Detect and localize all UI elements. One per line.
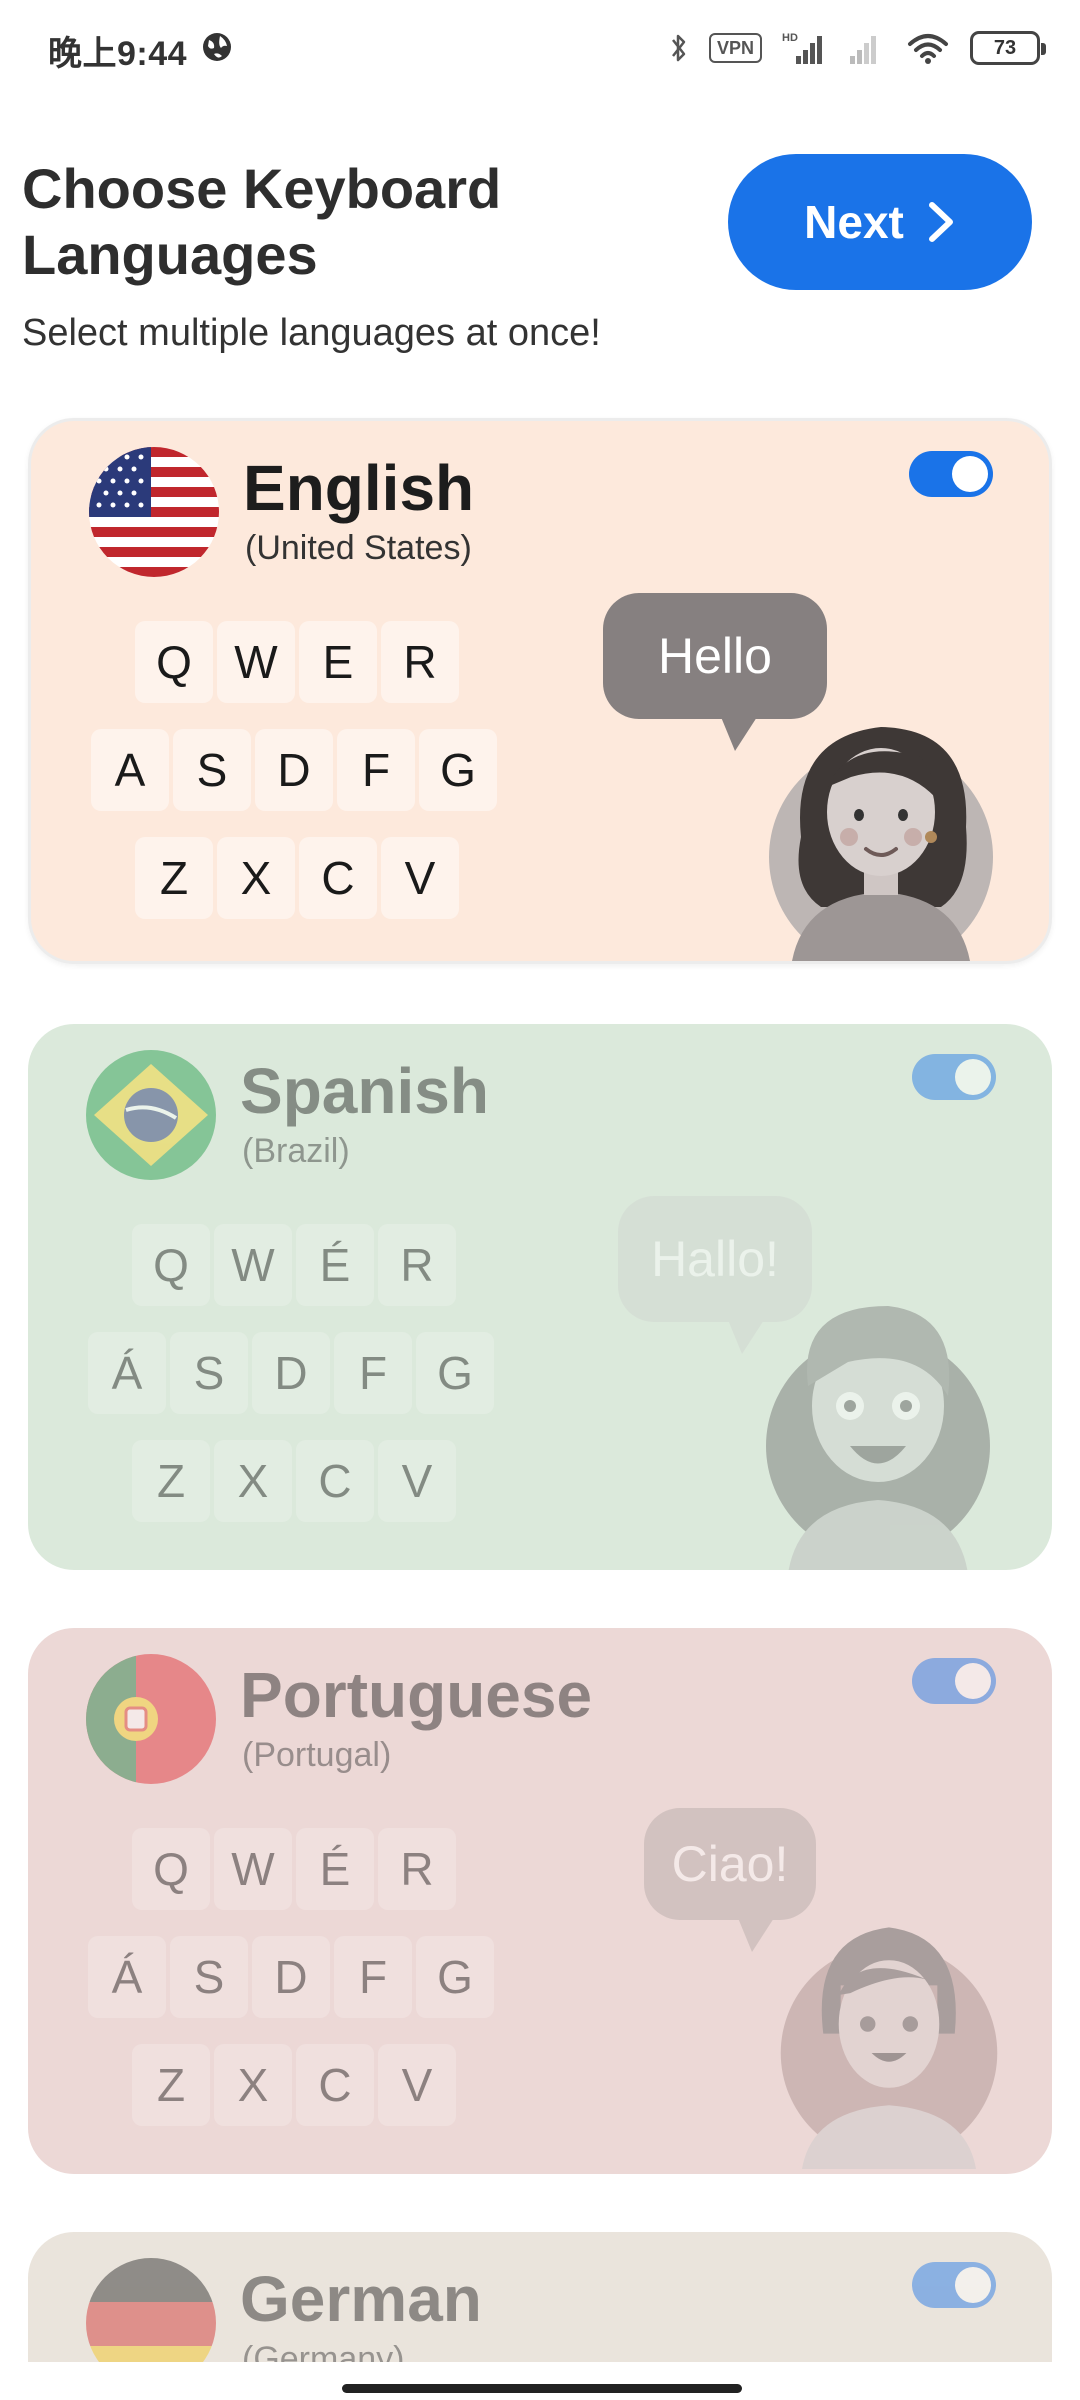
home-indicator[interactable] <box>342 2384 742 2393</box>
battery-level: 73 <box>993 36 1017 59</box>
key: C <box>299 837 377 919</box>
key: Á <box>88 1332 166 1414</box>
language-name: Portuguese <box>240 1659 593 1731</box>
key: R <box>381 621 459 703</box>
language-region: (Portugal) <box>242 1736 392 1774</box>
language-toggle[interactable] <box>912 2262 996 2308</box>
bluetooth-icon <box>672 34 686 62</box>
key: R <box>378 1224 456 1306</box>
key: Z <box>132 2044 210 2126</box>
page-subtitle: Select multiple languages at once! <box>22 312 601 354</box>
language-region: (Brazil) <box>242 1132 350 1170</box>
next-button-label: Next <box>804 196 904 248</box>
globe-icon <box>203 33 231 61</box>
language-region: (United States) <box>245 529 472 567</box>
key: G <box>416 1936 494 2018</box>
key: W <box>217 621 295 703</box>
vpn-icon: VPN <box>708 33 762 63</box>
key: G <box>416 1332 494 1414</box>
language-toggle[interactable] <box>909 451 993 497</box>
key: F <box>337 729 415 811</box>
language-region: (Germany) <box>242 2340 405 2362</box>
key: Q <box>132 1224 210 1306</box>
woman-avatar-illustration <box>769 727 993 961</box>
language-toggle[interactable] <box>912 1054 996 1100</box>
key: Á <box>88 1936 166 2018</box>
key: D <box>252 1332 330 1414</box>
language-card-spanish[interactable]: Spanish (Brazil) Q W É R Á S D F G Z X C… <box>28 1024 1052 1570</box>
germany-flag-icon <box>86 2258 216 2362</box>
key: É <box>296 1224 374 1306</box>
portugal-flag-icon <box>86 1654 216 1784</box>
language-card-portuguese[interactable]: Portuguese (Portugal) Q W É R Á S D F G … <box>28 1628 1052 2174</box>
key: Z <box>135 837 213 919</box>
key: W <box>214 1224 292 1306</box>
key: Q <box>135 621 213 703</box>
language-card-german[interactable]: German (Germany) <box>28 2232 1052 2362</box>
language-name: English <box>243 452 475 524</box>
key: V <box>378 2044 456 2126</box>
language-name: German <box>240 2263 482 2335</box>
key: Z <box>132 1440 210 1522</box>
key: V <box>381 837 459 919</box>
status-bar: 晚上9:44 VPN HD 73 <box>0 0 1080 96</box>
key: V <box>378 1440 456 1522</box>
key: S <box>170 1332 248 1414</box>
woman-avatar-illustration <box>780 1927 998 2169</box>
wifi-icon <box>908 34 948 64</box>
key: D <box>252 1936 330 2018</box>
key: R <box>378 1828 456 1910</box>
key: C <box>296 2044 374 2126</box>
language-toggle[interactable] <box>912 1658 996 1704</box>
key: F <box>334 1332 412 1414</box>
key: A <box>91 729 169 811</box>
signal-empty-icon <box>850 36 876 64</box>
key: Q <box>132 1828 210 1910</box>
status-icons: VPN HD 73 <box>669 28 1046 68</box>
key: C <box>296 1440 374 1522</box>
key: F <box>334 1936 412 2018</box>
key: W <box>214 1828 292 1910</box>
battery-icon: 73 <box>970 31 1046 65</box>
key: É <box>296 1828 374 1910</box>
language-card-english[interactable]: English (United States) Q W E R A S D F … <box>28 418 1052 964</box>
svg-text:HD: HD <box>782 32 798 44</box>
key: S <box>170 1936 248 2018</box>
status-time: 晚上9:44 <box>48 35 188 73</box>
key: G <box>419 729 497 811</box>
key: D <box>255 729 333 811</box>
chevron-right-icon <box>928 202 953 242</box>
brazil-flag-icon <box>86 1050 216 1180</box>
next-button[interactable]: Next <box>728 154 1032 290</box>
key: S <box>173 729 251 811</box>
language-name: Spanish <box>240 1055 489 1127</box>
key: E <box>299 621 377 703</box>
page-title: Choose Keyboard Languages <box>22 157 502 286</box>
key: X <box>217 837 295 919</box>
key: X <box>214 2044 292 2126</box>
signal-icon: HD <box>782 32 822 64</box>
boy-avatar-illustration <box>766 1306 990 1570</box>
us-flag-icon <box>89 447 219 577</box>
key: X <box>214 1440 292 1522</box>
